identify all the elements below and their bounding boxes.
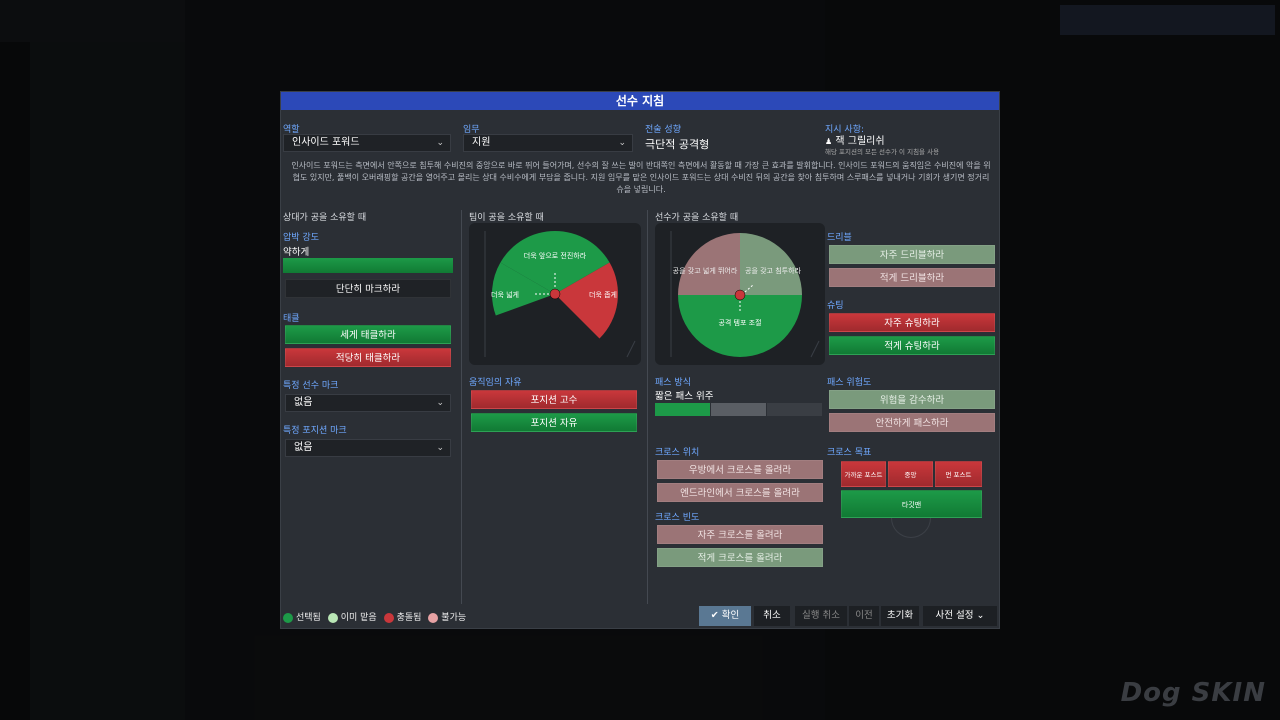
legend-conflict: 충돌됨	[396, 613, 422, 623]
roam-position-button[interactable]: 포지션 자유	[471, 413, 637, 432]
center-button[interactable]: 중앙	[888, 461, 933, 487]
chevron-down-icon: ⌄	[436, 398, 444, 408]
position-mark-select[interactable]: 없음 ⌄	[285, 439, 451, 457]
role-value: 인사이드 포워드	[292, 137, 360, 148]
far-post-button[interactable]: 먼 포스트	[935, 461, 982, 487]
position-mark-value: 없음	[294, 442, 313, 453]
zone-wide-label: 더욱 넓게	[491, 290, 519, 299]
duty-value: 지원	[472, 137, 491, 148]
chevron-down-icon: ⌄	[976, 610, 985, 621]
dialog-title: 선수 지침	[281, 92, 999, 110]
confirm-label: 확인	[721, 610, 740, 621]
zone-narrow-label: 더욱 좁게	[589, 290, 617, 299]
player-mark-value: 없음	[294, 397, 313, 408]
safe-pass-button[interactable]: 안전하게 패스하라	[829, 413, 995, 432]
zone-tempo-label: 공격 템포 조절	[718, 319, 761, 327]
cross-more-button[interactable]: 자주 크로스를 올려라	[657, 525, 823, 544]
zone-dribble-in[interactable]	[740, 233, 802, 295]
opp-section-title: 상대가 공을 소유할 때	[283, 213, 367, 223]
check-icon: ✔	[710, 610, 719, 621]
player-ball-pitch[interactable]: 공을 갖고 넓게 뛰어라 공을 갖고 침투하라 공격 템포 조절	[655, 223, 825, 365]
zone-run-wide-label: 공을 갖고 넓게 뛰어라	[673, 266, 738, 275]
pass-risk-label: 패스 위험도	[827, 378, 872, 388]
preset-label: 사전 설정	[935, 610, 974, 621]
shoot-less-button[interactable]: 적게 슈팅하라	[829, 336, 995, 355]
legend-default: 이미 맡음	[340, 613, 377, 623]
dribble-label: 드리블	[827, 233, 852, 243]
previous-button[interactable]: 이전	[849, 606, 879, 626]
tackle-label: 태클	[283, 314, 300, 324]
cross-from-label: 크로스 위치	[655, 448, 700, 458]
legend: 선택됨 이미 맡음 충돌됨 불가능	[283, 610, 466, 623]
position-mark-label: 특정 포지션 마크	[283, 426, 347, 436]
cross-freq-label: 크로스 빈도	[655, 513, 700, 523]
near-post-button[interactable]: 가까운 포스트	[841, 461, 886, 487]
team-movement-pitch[interactable]: 더욱 앞으로 전진하라 더욱 넓게 더욱 좁게	[469, 223, 641, 365]
legend-conflict-dot	[383, 612, 394, 623]
legend-unavailable-dot	[428, 612, 439, 623]
press-label: 압박 강도	[283, 233, 319, 243]
tactic-value: 극단적 공격형	[645, 138, 710, 151]
divider	[461, 210, 462, 604]
cross-less-button[interactable]: 적게 크로스를 올려라	[657, 548, 823, 567]
player-instructions-dialog: 선수 지침 역할 인사이드 포워드 ⌄ 임무 지원 ⌄ 전술 성향 극단적 공격형 …	[280, 91, 1000, 629]
zone-run-wide[interactable]	[678, 233, 740, 295]
zone-dribble-in-label: 공을 갖고 침투하라	[745, 266, 802, 275]
divider	[647, 210, 648, 604]
ball-zone-chart: 공을 갖고 넓게 뛰어라 공을 갖고 침투하라 공격 템포 조절	[670, 231, 820, 358]
zone-forward-label: 더욱 앞으로 전진하라	[524, 251, 587, 260]
cross-from-endline-button[interactable]: 엔드라인에서 크로스를 올려라	[657, 483, 823, 502]
pass-style-value: 짧은 패스 위주	[655, 391, 714, 402]
person-icon: ♟	[825, 137, 833, 146]
instruction-player: ♟ 잭 그릴리쉬	[825, 132, 885, 147]
chevron-down-icon: ⌄	[436, 138, 444, 148]
instruction-note: 해당 포지션의 모든 선수가 이 지침을 사용	[825, 148, 940, 156]
press-value: 약하게	[283, 247, 310, 258]
team-section-title: 팀이 공을 소유할 때	[469, 213, 544, 223]
legend-selected-dot	[283, 612, 293, 623]
target-man-button[interactable]: 타깃맨	[841, 490, 982, 518]
confirm-button[interactable]: ✔ 확인	[699, 606, 751, 626]
shoot-label: 슈팅	[827, 301, 844, 311]
pass-style-label: 패스 방식	[655, 378, 691, 388]
preset-button[interactable]: 사전 설정 ⌄	[923, 606, 997, 626]
undo-button[interactable]: 실행 취소	[795, 606, 847, 626]
legend-default-dot	[327, 612, 338, 623]
duty-select[interactable]: 지원 ⌄	[463, 134, 633, 152]
chevron-down-icon: ⌄	[436, 443, 444, 453]
cross-target-label: 크로스 목표	[827, 448, 872, 458]
role-select[interactable]: 인사이드 포워드 ⌄	[283, 134, 451, 152]
dribble-more-button[interactable]: 자주 드리블하라	[829, 245, 995, 264]
reset-button[interactable]: 초기화	[881, 606, 919, 626]
role-description: 인사이드 포워드는 측면에서 안쪽으로 침투해 수비진의 중앙으로 바로 뛰어 …	[291, 161, 991, 194]
tackle-soft-button[interactable]: 적당히 태클하라	[285, 348, 451, 367]
legend-unavailable: 불가능	[441, 613, 467, 623]
freedom-label: 움직임의 자유	[469, 378, 522, 388]
shoot-more-button[interactable]: 자주 슈팅하라	[829, 313, 995, 332]
chevron-down-icon: ⌄	[618, 138, 626, 148]
watermark: Dog SKIN	[1120, 678, 1266, 708]
mark-tightly-button[interactable]: 단단히 마크하라	[285, 279, 451, 298]
dribble-less-button[interactable]: 적게 드리블하라	[829, 268, 995, 287]
risky-pass-button[interactable]: 위험을 감수하라	[829, 390, 995, 409]
legend-selected: 선택됨	[296, 613, 321, 623]
movement-zone-chart: 더욱 앞으로 전진하라 더욱 넓게 더욱 좁게	[484, 230, 636, 358]
player-mark-select[interactable]: 없음 ⌄	[285, 394, 451, 412]
tactic-label: 전술 성향	[645, 125, 681, 135]
cross-from-byline-button[interactable]: 우방에서 크로스를 올려라	[657, 460, 823, 479]
penalty-arc	[891, 518, 931, 538]
hold-position-button[interactable]: 포지션 고수	[471, 390, 637, 409]
tackle-hard-button[interactable]: 세게 태클하라	[285, 325, 451, 344]
cancel-button[interactable]: 취소	[754, 606, 790, 626]
press-slider[interactable]	[283, 258, 453, 273]
player-section-title: 선수가 공을 소유할 때	[655, 213, 739, 223]
player-mark-label: 특정 선수 마크	[283, 381, 339, 391]
